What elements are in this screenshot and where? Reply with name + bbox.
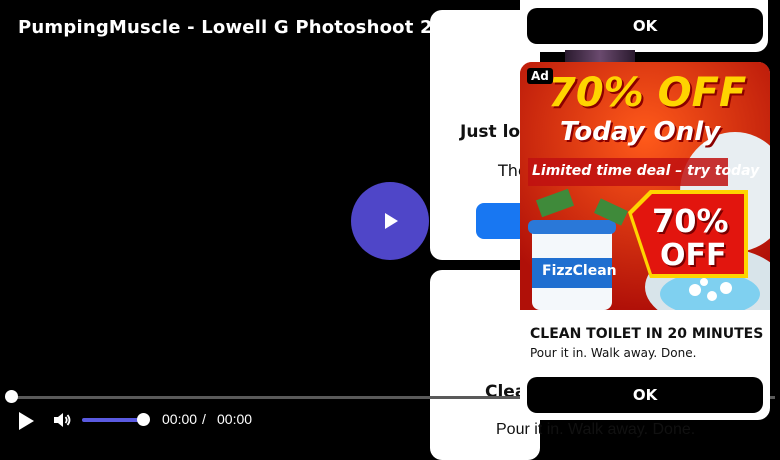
- play-icon: [19, 412, 34, 430]
- thumbnail-image: [565, 50, 635, 62]
- ad-image-headline: 70% OFF: [548, 70, 747, 116]
- volume-handle[interactable]: [137, 413, 150, 426]
- volume-icon: [54, 413, 71, 427]
- duration: 00:00: [217, 411, 253, 427]
- ok-button-top[interactable]: OK: [527, 8, 763, 44]
- ad-image-banner: Limited time deal – try today: [532, 163, 760, 179]
- background-card-subtext-2: Pour it in. Walk away. Done.: [496, 421, 696, 438]
- seek-handle[interactable]: [5, 390, 18, 403]
- time-separator: /: [202, 411, 206, 427]
- ok-button-ad[interactable]: OK: [527, 377, 763, 413]
- ad-image[interactable]: 70% OFF Today Only Limited time deal – t…: [520, 62, 770, 310]
- ad-image-tag-off: OFF: [660, 238, 727, 273]
- ad-headline[interactable]: CLEAN TOILET IN 20 MINUTES: [530, 326, 763, 342]
- ad-image-subheadline: Today Only: [560, 117, 721, 147]
- current-time: 00:00: [162, 411, 198, 427]
- ad-description: Pour it in. Walk away. Done.: [530, 346, 697, 360]
- play-overlay-button[interactable]: [351, 182, 429, 260]
- play-button[interactable]: [14, 409, 38, 433]
- ad-image-brand: FizzClean: [542, 263, 617, 279]
- volume-button[interactable]: [52, 410, 72, 430]
- volume-slider[interactable]: [82, 418, 144, 422]
- ad-badge: Ad: [527, 68, 553, 84]
- play-icon: [385, 213, 398, 229]
- ad-panel: 70% OFF Today Only Limited time deal – t…: [520, 62, 770, 420]
- ad-image-tag-percent: 70%: [652, 202, 729, 240]
- video-title: PumpingMuscle - Lowell G Photoshoot 2.mp: [18, 17, 472, 38]
